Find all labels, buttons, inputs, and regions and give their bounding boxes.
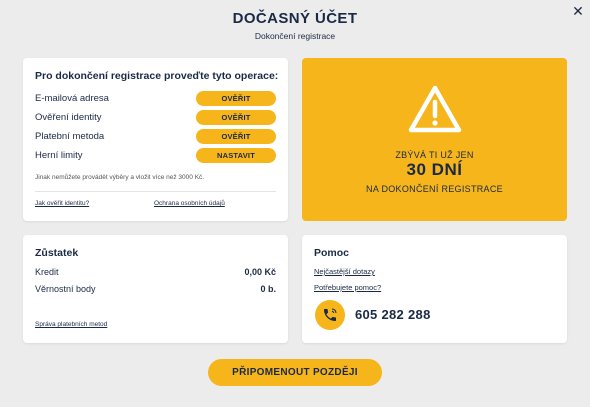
step-row-payment: Platební metoda OVĚŘIT (35, 128, 276, 145)
steps-heading: Pro dokončení registrace proveďte tyto o… (35, 70, 279, 82)
manage-payment-methods-link[interactable]: Správa platebních metod (35, 321, 107, 328)
modal-header: DOČASNÝ ÚČET Dokončení registrace (0, 10, 590, 41)
page-subtitle: Dokončení registrace (254, 31, 336, 41)
privacy-link[interactable]: Ochrana osobních údajů (154, 200, 225, 207)
step-row-email: E-mailová adresa OVĚŘIT (35, 90, 276, 107)
divider (35, 191, 276, 192)
how-verify-identity-link[interactable]: Jak ověřit identitu? (35, 200, 89, 207)
close-icon[interactable]: ✕ (570, 3, 586, 19)
step-label: Herní limity (35, 150, 83, 161)
credit-label: Kredit (35, 267, 59, 277)
balance-card: Zůstatek Kredit 0,00 Kč Věrnostní body 0… (23, 235, 288, 343)
loyalty-points-value: 0 b. (260, 284, 276, 294)
days-remaining: 30 DNÍ (406, 160, 463, 179)
verify-identity-button[interactable]: OVĚŘIT (196, 110, 276, 125)
warning-icon (408, 85, 462, 133)
step-label: Platební metoda (35, 131, 105, 142)
balance-heading: Zůstatek (35, 247, 79, 259)
verify-email-button[interactable]: OVĚŘIT (196, 91, 276, 106)
credit-value: 0,00 Kč (244, 267, 276, 277)
warning-line1: ZBÝVÁ TI UŽ JEN (395, 150, 474, 160)
registration-steps-card: Pro dokončení registrace proveďte tyto o… (23, 58, 288, 221)
step-row-limits: Herní limity NASTAVIT (35, 147, 276, 164)
step-label: Ověření identity (35, 112, 102, 123)
step-label: E-mailová adresa (35, 93, 109, 104)
phone-handset-icon (324, 308, 337, 321)
need-help-link[interactable]: Potřebujete pomoc? (314, 283, 381, 292)
page-title: DOČASNÝ ÚČET (232, 10, 358, 27)
loyalty-points-row: Věrnostní body 0 b. (35, 284, 276, 294)
steps-note: Jinak nemůžete provádět výběry a vložit … (35, 174, 205, 181)
loyalty-points-label: Věrnostní body (35, 284, 96, 294)
phone-number[interactable]: 605 282 288 (355, 307, 431, 322)
step-row-identity: Ověření identity OVĚŘIT (35, 109, 276, 126)
phone-icon[interactable] (315, 300, 345, 330)
warning-line3: NA DOKONČENÍ REGISTRACE (366, 184, 503, 194)
faq-link[interactable]: Nejčastější dotazy (314, 267, 375, 276)
set-limits-button[interactable]: NASTAVIT (196, 148, 276, 163)
help-card: Pomoc Nejčastější dotazy Potřebujete pom… (302, 235, 567, 343)
help-heading: Pomoc (314, 247, 350, 259)
verify-payment-button[interactable]: OVĚŘIT (196, 129, 276, 144)
registration-deadline-card: ZBÝVÁ TI UŽ JEN 30 DNÍ NA DOKONČENÍ REGI… (302, 58, 567, 221)
credit-row: Kredit 0,00 Kč (35, 267, 276, 277)
remind-later-button[interactable]: PŘIPOMENOUT POZDĚJI (208, 359, 382, 386)
